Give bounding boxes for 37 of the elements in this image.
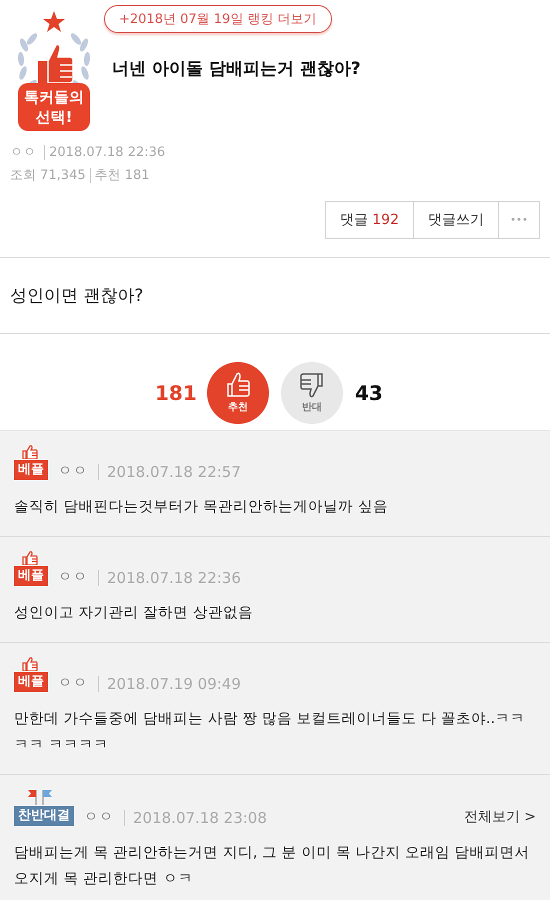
award-label: 톡커들의 선택! — [18, 83, 90, 131]
comment-author: ㅇㅇ — [84, 808, 114, 826]
recommend-button[interactable]: 추천 — [207, 362, 269, 424]
oppose-count: 43 — [355, 381, 384, 405]
view-count: 조회 71,345 — [10, 168, 86, 183]
ranking-link[interactable]: +2018년 07월 19일 랭킹 더보기 — [104, 5, 332, 33]
versus-badge: 찬반대결 — [14, 806, 74, 826]
oppose-button[interactable]: 반대 — [281, 362, 343, 424]
comment-text: 만한데 가수들중에 담배피는 사람 짱 많음 보컬트레이너들도 다 꼴초야..ㅋㅋㅋㅋ ㅋㅋㅋㅋ — [14, 710, 526, 755]
comment-author: ㅇㅇ — [58, 674, 88, 692]
post-body: 성인이면 괜찮아? — [0, 258, 550, 334]
recommend-count: 181 — [155, 381, 195, 405]
thumbs-up-icon — [22, 551, 38, 565]
comment-date: 2018.07.18 22:57 — [98, 464, 241, 480]
best-comment-badge: 베플 — [14, 566, 48, 586]
post-date: 2018.07.18 22:36 — [49, 145, 166, 160]
recommend-count: 추천 181 — [94, 168, 150, 183]
comment-author: ㅇㅇ — [58, 568, 88, 586]
more-button[interactable]: ••• — [498, 201, 540, 239]
thumbs-down-icon — [300, 372, 324, 398]
write-comment-button[interactable]: 댓글쓰기 — [413, 201, 499, 239]
best-comment-badge: 베플 — [14, 672, 48, 692]
thumbs-up-icon — [22, 657, 38, 671]
comment-text: 솔직히 담배핀다는것부터가 목관리안하는게아닐까 싶음 — [14, 498, 389, 517]
comments-button[interactable]: 댓글 192 — [324, 201, 414, 239]
comment-text: 성인이고 자기관리 잘하면 상관없음 — [14, 604, 254, 623]
best-comment-badge: 베플 — [14, 460, 48, 480]
comment-author: ㅇㅇ — [58, 462, 88, 480]
comment-date: 2018.07.18 23:08 — [124, 810, 267, 826]
post-title: 너넨 아이돌 담배피는거 괜찮아? — [112, 58, 361, 80]
post-author: ㅇㅇ — [10, 145, 36, 160]
thumbs-up-icon — [22, 445, 38, 459]
comment-text: 담배피는게 목 관리안하는거면 지디, 그 분 이미 목 나간지 오래임 담배피면서 오지게 목 관리한다면 ㅇㅋ — [14, 844, 531, 889]
thumbs-up-icon — [226, 372, 250, 398]
view-all-link[interactable]: 전체보기 > — [464, 808, 536, 826]
comment-date: 2018.07.19 09:49 — [98, 676, 241, 692]
comment-date: 2018.07.18 22:36 — [98, 570, 241, 586]
